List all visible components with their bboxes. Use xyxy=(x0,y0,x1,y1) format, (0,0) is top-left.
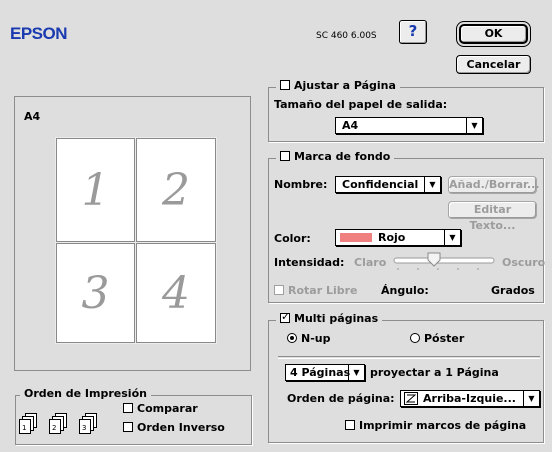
divider xyxy=(278,356,540,358)
print-order-legend: Orden de Impresión xyxy=(20,387,151,400)
cancel-button[interactable]: Cancelar xyxy=(456,55,531,74)
free-rotate-option[interactable]: Rotar Libre xyxy=(274,284,358,297)
preview-page: 4 xyxy=(136,243,216,343)
epson-logo: EPSON xyxy=(10,24,68,43)
angle-label: Ángulo: xyxy=(381,284,429,297)
svg-text:1: 1 xyxy=(22,424,26,432)
degrees-label: Grados xyxy=(491,284,535,297)
print-borders-option[interactable]: Imprimir marcos de página xyxy=(345,419,526,432)
color-label: Color: xyxy=(274,232,311,245)
intensity-dark-label: Oscuro xyxy=(502,256,546,269)
add-delete-button[interactable]: Añad./Borrar... xyxy=(448,176,539,194)
poster-option[interactable]: Póster xyxy=(410,332,464,345)
chevron-down-icon: ▼ xyxy=(444,230,460,245)
color-swatch xyxy=(340,233,372,242)
page-order-icons: 1 2 3 xyxy=(19,413,97,434)
preview-page: 1 xyxy=(56,138,135,242)
multi-page-legend[interactable]: Multi páginas xyxy=(276,310,383,325)
ok-button[interactable]: OK xyxy=(456,21,531,47)
pages-per-sheet-popup[interactable]: 4 Páginas ▼ xyxy=(285,364,365,381)
watermark-checkbox[interactable] xyxy=(280,151,290,161)
nup-radio[interactable] xyxy=(287,333,297,343)
intensity-slider[interactable] xyxy=(392,250,496,274)
chevron-down-icon: ▼ xyxy=(348,365,364,380)
chevron-down-icon: ▼ xyxy=(466,118,482,133)
free-rotate-checkbox[interactable] xyxy=(274,285,284,295)
output-size-popup[interactable]: A4 ▼ xyxy=(335,117,483,134)
preview-page: 3 xyxy=(56,243,135,343)
output-size-label: Tamaño del papel de salida: xyxy=(274,98,448,111)
watermark-name-popup[interactable]: Confidencial ▼ xyxy=(335,176,441,193)
watermark-name-label: Nombre: xyxy=(274,178,328,191)
watermark-legend[interactable]: Marca de fondo xyxy=(276,150,395,163)
model-version: SC 460 6.00S xyxy=(316,31,377,41)
project-text: proyectar a 1 Página xyxy=(370,366,499,379)
multi-page-checkbox[interactable] xyxy=(280,310,290,323)
svg-text:3: 3 xyxy=(82,424,86,432)
fit-page-legend[interactable]: Ajustar a Página xyxy=(276,79,400,92)
help-button[interactable]: ? xyxy=(399,20,427,44)
print-borders-checkbox[interactable] xyxy=(345,420,355,430)
color-popup[interactable]: Rojo ▼ xyxy=(335,229,461,246)
preview-page: 2 xyxy=(136,138,216,242)
svg-text:2: 2 xyxy=(52,424,56,432)
chevron-down-icon: ▼ xyxy=(424,177,440,192)
fit-page-checkbox[interactable] xyxy=(280,80,290,90)
page-order-popup[interactable]: Arriba-Izquie... ▼ xyxy=(400,390,540,407)
chevron-down-icon: ▼ xyxy=(523,391,539,406)
intensity-light-label: Claro xyxy=(354,256,387,269)
nup-option[interactable]: N-up xyxy=(287,332,330,345)
collate-checkbox[interactable] xyxy=(123,403,133,413)
page-order-label: Orden de página: xyxy=(287,392,395,405)
reverse-order-checkbox[interactable] xyxy=(123,422,133,432)
edit-text-button[interactable]: Editar Texto... xyxy=(448,201,537,232)
intensity-label: Intensidad: xyxy=(274,256,345,269)
reverse-order-option[interactable]: Orden Inverso xyxy=(123,421,225,434)
poster-radio[interactable] xyxy=(410,333,420,343)
page-order-z-icon xyxy=(404,392,418,405)
collate-option[interactable]: Comparar xyxy=(123,402,198,415)
paper-size-label: A4 xyxy=(24,110,41,123)
